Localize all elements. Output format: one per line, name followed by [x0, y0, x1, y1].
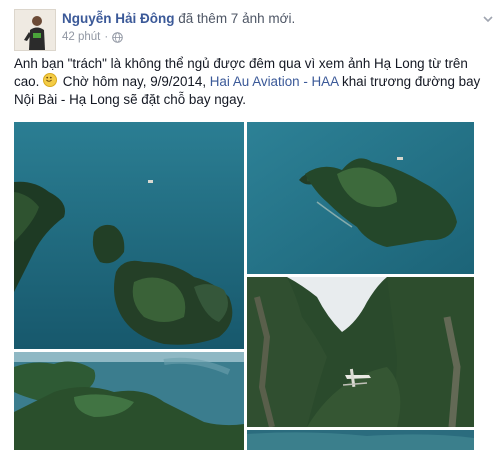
feed-post: Nguyễn Hải Đông đã thêm 7 ảnh mới. 42 ph…: [0, 0, 501, 450]
author-name-link[interactable]: Nguyễn Hải Đông: [62, 11, 175, 26]
meta-separator: ·: [104, 31, 109, 43]
photo-3[interactable]: [247, 277, 474, 427]
post-header: Nguyễn Hải Đông đã thêm 7 ảnh mới.: [62, 11, 295, 26]
globe-icon[interactable]: [112, 31, 124, 43]
photo-4[interactable]: [14, 352, 244, 450]
post-timestamp[interactable]: 42 phút: [62, 31, 100, 43]
post-message: Anh bạn "trách" là không thể ngủ được đê…: [14, 55, 488, 109]
post-meta: 42 phút ·: [62, 31, 124, 43]
photo-1[interactable]: [14, 122, 244, 349]
hai-au-aviation-link[interactable]: Hai Au Aviation - HAA: [210, 74, 339, 89]
photo-2[interactable]: [247, 122, 474, 274]
post-action-text: đã thêm 7 ảnh mới.: [178, 11, 296, 26]
photo-5[interactable]: [247, 430, 474, 450]
chevron-down-icon[interactable]: [481, 12, 495, 24]
post-text-part2: Chờ hôm nay, 9/9/2014,: [59, 74, 210, 89]
author-avatar[interactable]: [14, 9, 56, 51]
smile-emoji-icon: [43, 73, 58, 87]
